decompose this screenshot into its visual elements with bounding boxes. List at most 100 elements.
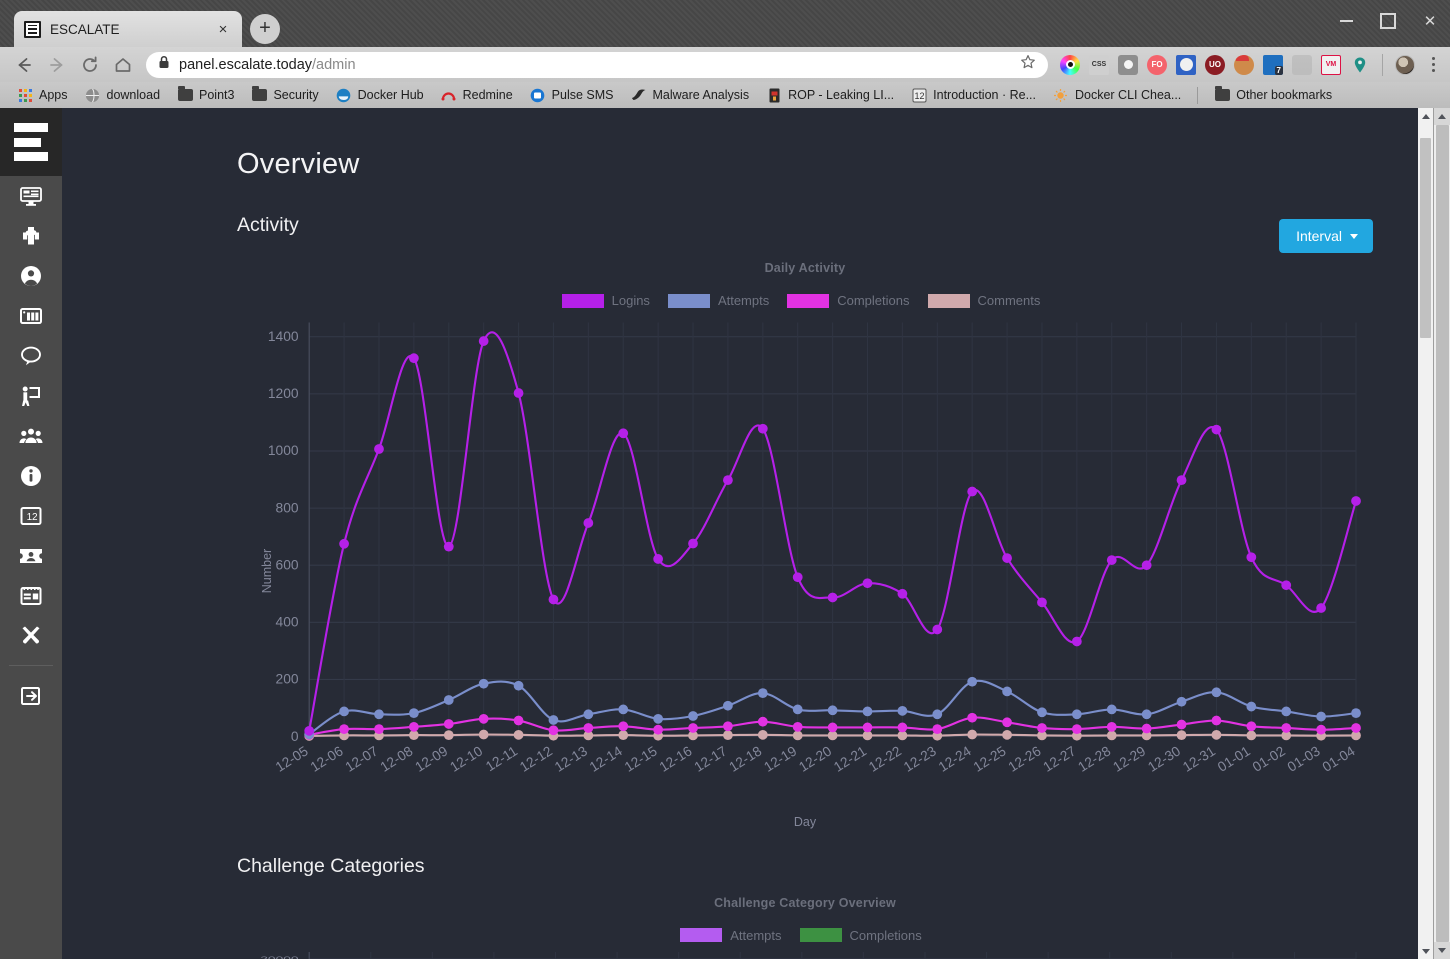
bar-chart-svg: 200001800016000 <box>260 951 1357 959</box>
bookmark-docker-cli-chea[interactable]: Docker CLI Chea... <box>1046 85 1188 105</box>
scroll-up-button[interactable] <box>1434 108 1450 125</box>
bookmark-apps[interactable]: Apps <box>10 85 75 105</box>
info-circle-icon <box>20 465 42 487</box>
sidebar-item-notifications[interactable] <box>0 336 62 376</box>
sidebar-item-scoreboard[interactable] <box>0 296 62 336</box>
fo-extension-icon[interactable]: FO <box>1147 54 1167 75</box>
css-extension-icon[interactable]: CSS <box>1089 54 1109 75</box>
tab-title: ESCALATE <box>50 21 120 37</box>
scrollbar-thumb[interactable] <box>1435 125 1449 942</box>
legend-item[interactable]: Comments <box>927 293 1041 308</box>
legend-label: Attempts <box>717 293 770 308</box>
bookmark-malware-analysis[interactable]: Malware Analysis <box>624 85 757 105</box>
vm-extension-icon[interactable]: VM <box>1321 54 1341 75</box>
svg-text:2: 2 <box>32 512 38 523</box>
scrollbar-track[interactable] <box>1433 125 1450 942</box>
bookmark-star-icon[interactable] <box>1020 54 1036 75</box>
bookmark-pulse-sms[interactable]: Pulse SMS <box>523 85 621 105</box>
unknown-grey-extension-icon[interactable] <box>1292 54 1312 75</box>
page-scrollbar[interactable] <box>1418 108 1433 959</box>
avatar[interactable] <box>1395 54 1415 75</box>
scroll-up-button[interactable] <box>1418 108 1433 124</box>
page-content: Overview Activity Interval Daily Activit… <box>62 108 1433 959</box>
sidebar-item-statistics[interactable]: 12 <box>0 496 62 536</box>
sidebar-item-challenges[interactable] <box>0 216 62 256</box>
sidebar-item-config[interactable] <box>0 616 62 656</box>
scroll-down-button[interactable] <box>1434 942 1450 959</box>
close-icon[interactable]: × <box>214 20 232 38</box>
lightbulb-extension-icon[interactable] <box>1118 54 1138 75</box>
address-bar[interactable]: panel.escalate.today/admin <box>146 51 1048 78</box>
sidebar-item-info[interactable] <box>0 456 62 496</box>
reload-icon[interactable] <box>74 49 105 80</box>
legend-item[interactable]: Completions <box>787 293 910 308</box>
new-tab-button[interactable]: + <box>250 14 280 44</box>
legend-item[interactable]: Completions <box>799 928 922 943</box>
bookmark-other-bookmarks[interactable]: Other bookmarks <box>1207 85 1339 105</box>
kebab-menu-icon[interactable] <box>1424 57 1442 72</box>
sidebar-item-logout[interactable] <box>0 676 62 716</box>
legend-item[interactable]: Attempts <box>680 928 782 943</box>
bookmark-label: Docker CLI Chea... <box>1074 88 1182 102</box>
scroll-down-button[interactable] <box>1418 943 1433 959</box>
svg-text:200: 200 <box>276 672 299 687</box>
chevron-down-icon <box>1350 233 1358 239</box>
bookmark-docker-hub[interactable]: Docker Hub <box>329 85 431 105</box>
challenge-category-plot: 200001800016000 <box>237 949 1373 959</box>
onepassword-extension-icon[interactable]: 7 <box>1263 54 1283 75</box>
sidebar-item-teams[interactable] <box>0 416 62 456</box>
sidebar-item-submissions[interactable] <box>0 536 62 576</box>
legend-item[interactable]: Attempts <box>667 293 770 308</box>
svg-text:12-28: 12-28 <box>1075 743 1113 775</box>
legend-item[interactable]: Logins <box>561 293 650 308</box>
colorpicker-extension-icon[interactable] <box>1060 54 1080 75</box>
interval-dropdown-button[interactable]: Interval <box>1279 219 1373 253</box>
ublock-extension-icon[interactable]: UO <box>1205 54 1225 75</box>
sidebar-item-dashboard[interactable] <box>0 176 62 216</box>
home-icon[interactable] <box>107 49 138 80</box>
calendar-layout-icon <box>20 586 42 606</box>
menu-icon <box>24 20 41 38</box>
bookmark-introduction-re[interactable]: 12 Introduction · Re... <box>904 85 1043 105</box>
bookmark-security[interactable]: Security <box>244 85 325 105</box>
svg-text:12-16: 12-16 <box>657 743 695 775</box>
forward-arrow-icon[interactable] <box>41 49 72 80</box>
bookmark-point3[interactable]: Point3 <box>170 85 241 105</box>
bookmark-download[interactable]: download <box>78 85 168 105</box>
escalate-logo[interactable] <box>0 108 62 176</box>
scrollbar-thumb[interactable] <box>1420 138 1431 338</box>
ghostery-extension-icon[interactable] <box>1176 54 1196 75</box>
svg-text:12-27: 12-27 <box>1041 743 1079 774</box>
legend-swatch <box>667 293 710 308</box>
people-group-icon <box>19 427 43 445</box>
window-scrollbar[interactable] <box>1433 108 1450 959</box>
legend-swatch <box>927 293 970 308</box>
bookmark-redmine[interactable]: Redmine <box>434 85 520 105</box>
close-window-button[interactable]: ✕ <box>1418 10 1442 32</box>
scrollbar-track[interactable] <box>1418 124 1433 943</box>
svg-text:12-12: 12-12 <box>517 743 555 774</box>
pin-extension-icon[interactable] <box>1350 55 1370 75</box>
tools-hammer-icon <box>20 625 42 647</box>
interval-button-label: Interval <box>1296 228 1342 244</box>
bookmark-rop-leaking-li[interactable]: ROP - Leaking LI... <box>759 85 901 105</box>
browser-tab[interactable]: ESCALATE × <box>14 11 242 47</box>
legend-label: Comments <box>977 293 1041 308</box>
minimize-button[interactable] <box>1334 10 1358 32</box>
folder-icon <box>1214 86 1230 103</box>
tab-strip: ESCALATE × + ✕ <box>0 0 1450 47</box>
maximize-button[interactable] <box>1376 10 1400 32</box>
bookmark-label: Pulse SMS <box>551 88 614 102</box>
santa-cookie-extension-icon[interactable] <box>1234 54 1254 75</box>
folder-icon <box>177 86 193 103</box>
bookmark-label: Other bookmarks <box>1236 88 1333 102</box>
sidebar-item-pages[interactable] <box>0 376 62 416</box>
sidebar-item-users[interactable] <box>0 256 62 296</box>
folder-icon <box>251 86 267 103</box>
bookmark-label: Apps <box>39 88 68 102</box>
bird-icon <box>631 87 647 103</box>
bookmark-label: Introduction · Re... <box>933 88 1036 102</box>
back-arrow-icon[interactable] <box>8 49 39 80</box>
svg-text:01-01: 01-01 <box>1215 743 1253 774</box>
sidebar-item-schedule[interactable] <box>0 576 62 616</box>
